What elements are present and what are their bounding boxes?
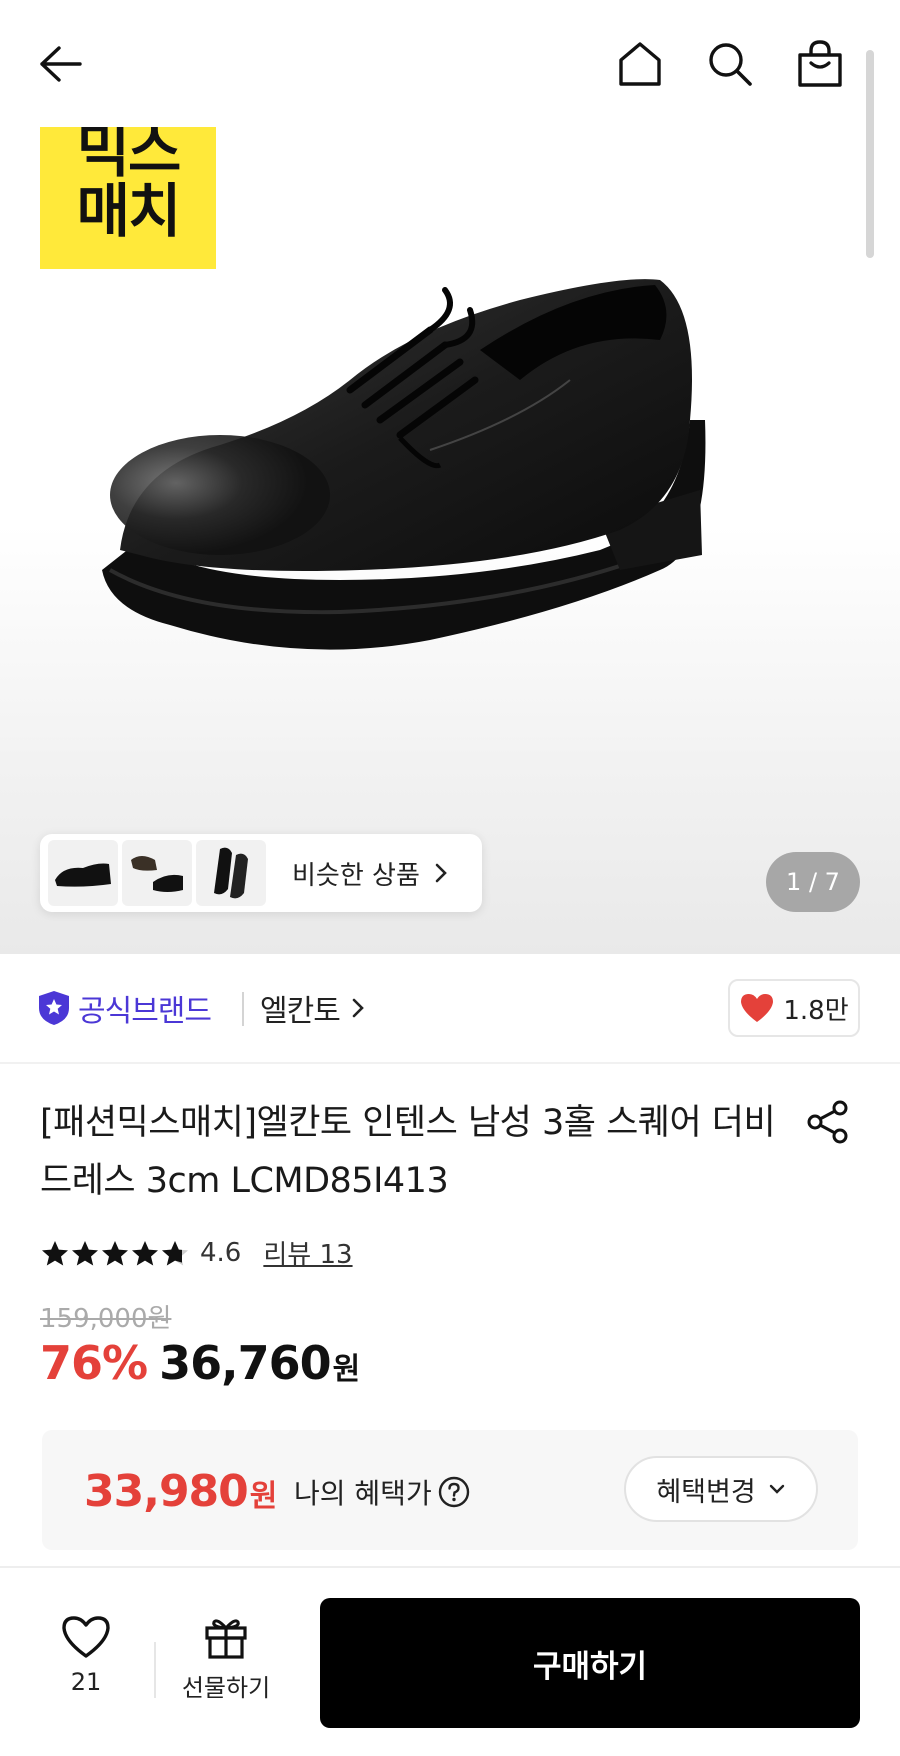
buy-button[interactable]: 구매하기 xyxy=(320,1598,860,1728)
benefit-price-value: 33,980 xyxy=(84,1466,249,1517)
rating-value: 4.6 xyxy=(200,1237,242,1268)
divider xyxy=(242,992,244,1026)
benefit-price-currency: 원 xyxy=(249,1479,278,1514)
similar-thumb-3[interactable] xyxy=(196,840,266,906)
discount-rate: 76% xyxy=(40,1336,148,1390)
star-half-icon xyxy=(162,1240,188,1265)
image-pager: 1 / 7 xyxy=(766,852,860,912)
sale-price-currency: 원 xyxy=(332,1352,361,1387)
benefit-label-row: 나의 혜택가 xyxy=(294,1472,470,1512)
benefit-label: 나의 혜택가 xyxy=(294,1477,432,1510)
official-shield-icon xyxy=(39,991,69,1025)
gift-icon xyxy=(205,1619,247,1659)
similar-thumb-1[interactable] xyxy=(48,840,118,906)
top-header xyxy=(0,0,900,128)
brand-link[interactable]: 엘칸토 xyxy=(260,986,364,1030)
badge-line-2: 매치 xyxy=(76,177,182,245)
rating-stars xyxy=(40,1239,190,1267)
arrow-left-icon xyxy=(40,46,82,82)
home-icon xyxy=(619,42,661,86)
benefit-price-box: 33,980 원 나의 혜택가 혜택변경 xyxy=(42,1430,858,1550)
badge-line-1: 믹스 xyxy=(76,127,182,185)
chevron-right-icon xyxy=(352,998,364,1018)
similar-products-button[interactable]: 비슷한 상품 xyxy=(40,834,482,912)
official-brand-label: 공식브랜드 xyxy=(78,994,212,1029)
product-image-gallery[interactable]: 믹스 매치 비슷한 상품 1 / 7 xyxy=(0,0,900,954)
share-button[interactable] xyxy=(800,1094,856,1150)
shopping-bag-icon xyxy=(798,40,842,87)
original-price: 159,000원 xyxy=(40,1304,172,1334)
similar-thumb-2[interactable] xyxy=(122,840,192,906)
chevron-right-icon xyxy=(435,863,447,883)
wishlist-button[interactable]: 21 xyxy=(46,1614,126,1696)
wishlist-count: 21 xyxy=(70,1668,102,1696)
brand-row: 공식브랜드 엘칸토 1.8만 xyxy=(0,954,900,1064)
heart-icon xyxy=(62,1616,110,1658)
product-title: [패션믹스매치]엘칸토 인텐스 남성 3홀 스퀘어 더비 드레스 3cm LCM… xyxy=(40,1103,776,1201)
share-icon xyxy=(807,1100,848,1144)
rating-row: 4.6 리뷰 13 xyxy=(40,1234,353,1271)
brand-name: 엘칸토 xyxy=(260,994,341,1029)
scrollbar[interactable] xyxy=(866,50,874,258)
change-benefit-label: 혜택변경 xyxy=(656,1476,756,1508)
sale-price: 36,760 xyxy=(159,1336,332,1390)
heart-filled-icon xyxy=(741,994,774,1022)
cart-button[interactable] xyxy=(792,36,848,92)
search-icon xyxy=(709,43,752,86)
change-benefit-button[interactable]: 혜택변경 xyxy=(624,1456,818,1522)
benefit-price: 33,980 원 xyxy=(84,1466,277,1517)
brand-like-button[interactable]: 1.8만 xyxy=(728,979,860,1037)
search-button[interactable] xyxy=(702,36,758,92)
gift-label: 선물하기 xyxy=(181,1674,271,1702)
star-icon xyxy=(72,1240,98,1265)
bottom-action-bar: 21 선물하기 구매하기 xyxy=(0,1566,900,1756)
product-image-shoe xyxy=(102,279,706,650)
divider xyxy=(154,1642,156,1698)
review-link[interactable]: 리뷰 13 xyxy=(263,1234,352,1271)
star-icon xyxy=(42,1240,68,1265)
star-icon xyxy=(102,1240,128,1265)
mix-match-badge: 믹스 매치 xyxy=(40,127,216,269)
question-circle-icon[interactable] xyxy=(438,1476,470,1508)
brand-like-count: 1.8만 xyxy=(783,995,849,1026)
official-brand-tag[interactable]: 공식브랜드 xyxy=(38,986,212,1030)
similar-products-label: 비슷한 상품 xyxy=(292,860,420,891)
chevron-down-icon xyxy=(769,1484,784,1494)
gift-button[interactable]: 선물하기 xyxy=(174,1614,278,1703)
price-row: 76% 36,760 원 xyxy=(40,1336,360,1390)
star-icon xyxy=(132,1240,158,1265)
home-button[interactable] xyxy=(612,36,668,92)
back-button[interactable] xyxy=(32,36,88,92)
